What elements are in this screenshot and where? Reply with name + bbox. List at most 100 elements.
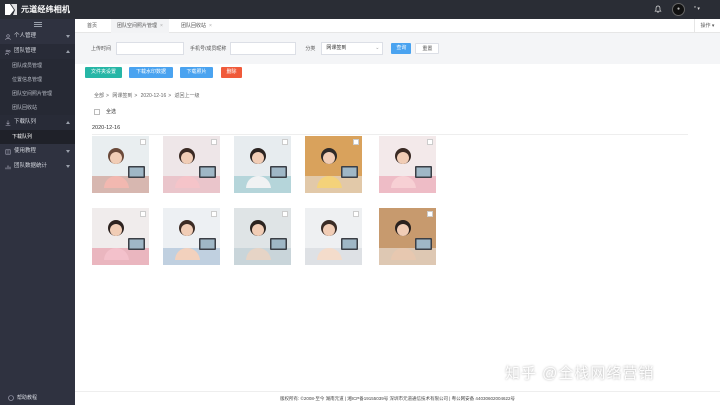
user-name: *	[694, 6, 696, 12]
download-icon	[5, 120, 11, 126]
logo-icon	[5, 4, 17, 15]
photo-checkbox[interactable]	[353, 211, 359, 217]
sidebar-toggle[interactable]	[0, 19, 75, 29]
close-icon[interactable]: ×	[160, 23, 163, 29]
select-all-checkbox[interactable]	[94, 108, 100, 115]
breadcrumb: 全部 > 网课签到 > 2020-12-16 > 返回上一级	[94, 92, 202, 99]
upload-time-input[interactable]	[116, 42, 185, 55]
book-icon	[5, 149, 11, 155]
sidebar-group-stats[interactable]: 团队数据统计	[0, 159, 75, 174]
tab-label: 团队回收站	[181, 23, 207, 29]
avatar[interactable]: ●	[672, 3, 685, 16]
watermark: 知乎 @全栈网络营销	[505, 365, 655, 382]
tab-label: 团队空间照片管理	[117, 23, 158, 29]
tab-bar: 首页 团队空间照片管理 × 团队回收站 × 操作 ▾	[75, 19, 720, 33]
photo-checkbox[interactable]	[211, 139, 217, 145]
select-all-label: 全选	[106, 109, 117, 115]
search-bar: 上传时间 手机号/成员昵称 分类 网课签到 ⌄ 查询 重置	[75, 33, 720, 64]
photo-checkbox[interactable]	[282, 139, 288, 145]
tab-team-photos[interactable]: 团队空间照片管理 ×	[111, 19, 169, 33]
team-icon	[5, 49, 11, 55]
sidebar-group-personal[interactable]: 个人管理	[0, 29, 75, 44]
breadcrumb-item[interactable]: 全部	[94, 93, 104, 99]
menu-icon	[33, 21, 42, 27]
photo-thumbnail[interactable]	[305, 136, 362, 193]
close-icon[interactable]: ×	[209, 23, 212, 29]
date-group-title: 2020-12-16	[92, 125, 121, 131]
reset-button[interactable]: 重置	[415, 43, 440, 54]
operations-label: 操作	[700, 23, 711, 29]
download-watermark-button[interactable]: 下载水印数据	[129, 66, 173, 78]
sidebar-item-locations[interactable]: 位置信息管理	[0, 73, 75, 87]
chevron-up-icon	[66, 50, 70, 53]
tab-home[interactable]: 首页	[81, 19, 103, 33]
sidebar: 个人管理 团队管理 团队成员管理 位置信息管理 团队空间照片管理 团队回收站 下…	[0, 19, 75, 405]
upload-time-label: 上传时间	[91, 46, 112, 52]
user-icon	[5, 34, 11, 40]
sidebar-group-label: 团队数据统计	[14, 163, 48, 169]
delete-button[interactable]: 删除	[221, 66, 242, 78]
photo-checkbox[interactable]	[427, 139, 433, 145]
photo-thumbnail[interactable]	[234, 136, 291, 193]
photo-checkbox[interactable]	[211, 211, 217, 217]
divider	[92, 134, 688, 135]
sidebar-item-download-queue[interactable]: 下载队列	[0, 130, 75, 144]
sidebar-group-team[interactable]: 团队管理	[0, 44, 75, 59]
sidebar-group-label: 个人管理	[14, 33, 37, 39]
breadcrumb-separator: >	[106, 93, 109, 99]
photo-checkbox[interactable]	[140, 211, 146, 217]
photo-checkbox[interactable]	[282, 211, 288, 217]
chevron-down-icon	[66, 165, 70, 168]
chevron-down-icon	[66, 150, 70, 153]
sidebar-group-download[interactable]: 下载队列	[0, 115, 75, 130]
user-menu[interactable]: * ▾	[694, 6, 700, 12]
breadcrumb-back[interactable]: 返回上一级	[175, 93, 200, 99]
app-title: 元道经纬相机	[21, 5, 71, 14]
sidebar-group-label: 使用教程	[14, 148, 37, 154]
sidebar-group-tutorial[interactable]: 使用教程	[0, 144, 75, 159]
chevron-down-icon	[66, 35, 70, 38]
sidebar-item-members[interactable]: 团队成员管理	[0, 59, 75, 73]
select-all[interactable]: 全选	[94, 108, 116, 115]
operations-menu[interactable]: 操作 ▾	[694, 19, 720, 33]
photo-thumbnail[interactable]	[379, 136, 436, 193]
photo-thumbnail[interactable]	[163, 208, 220, 265]
sidebar-item-recycle[interactable]: 团队回收站	[0, 101, 75, 115]
photo-thumbnail[interactable]	[92, 136, 149, 193]
category-value: 网课签到	[326, 45, 347, 51]
sidebar-group-label: 下载队列	[14, 119, 37, 125]
member-label: 手机号/成员昵称	[190, 46, 227, 52]
breadcrumb-item[interactable]: 2020-12-16	[141, 93, 167, 99]
sidebar-group-label: 团队管理	[14, 48, 37, 54]
chevron-down-icon: ⌄	[375, 45, 380, 51]
folder-settings-button[interactable]: 文件夹设置	[85, 66, 122, 78]
footer: 版权所有: ©2008-至今 湖南元道 | 湘ICP备19155039号 深圳市…	[75, 391, 720, 405]
member-input[interactable]	[230, 42, 297, 55]
photo-thumbnail[interactable]	[92, 208, 149, 265]
photo-checkbox[interactable]	[353, 139, 359, 145]
bell-icon[interactable]	[654, 5, 662, 13]
download-photo-button[interactable]: 下载照片	[180, 66, 213, 78]
chart-icon	[5, 165, 11, 170]
category-select[interactable]: 网课签到 ⌄	[321, 42, 384, 55]
help-icon	[8, 394, 14, 401]
breadcrumb-item[interactable]: 网课签到	[112, 93, 132, 99]
chevron-up-icon	[66, 121, 70, 124]
photo-thumbnail[interactable]	[305, 208, 362, 265]
help-link-label: 帮助教程	[17, 395, 38, 401]
top-bar: 元道经纬相机 ● * ▾	[0, 0, 720, 19]
query-button[interactable]: 查询	[391, 43, 412, 54]
photo-thumbnail[interactable]	[163, 136, 220, 193]
photo-checkbox[interactable]	[140, 139, 146, 145]
sidebar-item-photos[interactable]: 团队空间照片管理	[0, 87, 75, 101]
tab-recycle-bin[interactable]: 团队回收站 ×	[175, 19, 218, 33]
help-link[interactable]: 帮助教程	[0, 394, 75, 401]
tab-label: 首页	[87, 23, 98, 29]
main-content: 首页 团队空间照片管理 × 团队回收站 × 操作 ▾ 上传时间 手机号/成员昵称 分…	[75, 19, 720, 405]
photo-thumbnail[interactable]	[379, 208, 436, 265]
photo-thumbnail[interactable]	[234, 208, 291, 265]
category-label: 分类	[305, 46, 316, 52]
app-logo[interactable]: 元道经纬相机	[4, 3, 70, 16]
photo-checkbox[interactable]	[427, 211, 433, 217]
breadcrumb-separator: >	[168, 93, 172, 99]
